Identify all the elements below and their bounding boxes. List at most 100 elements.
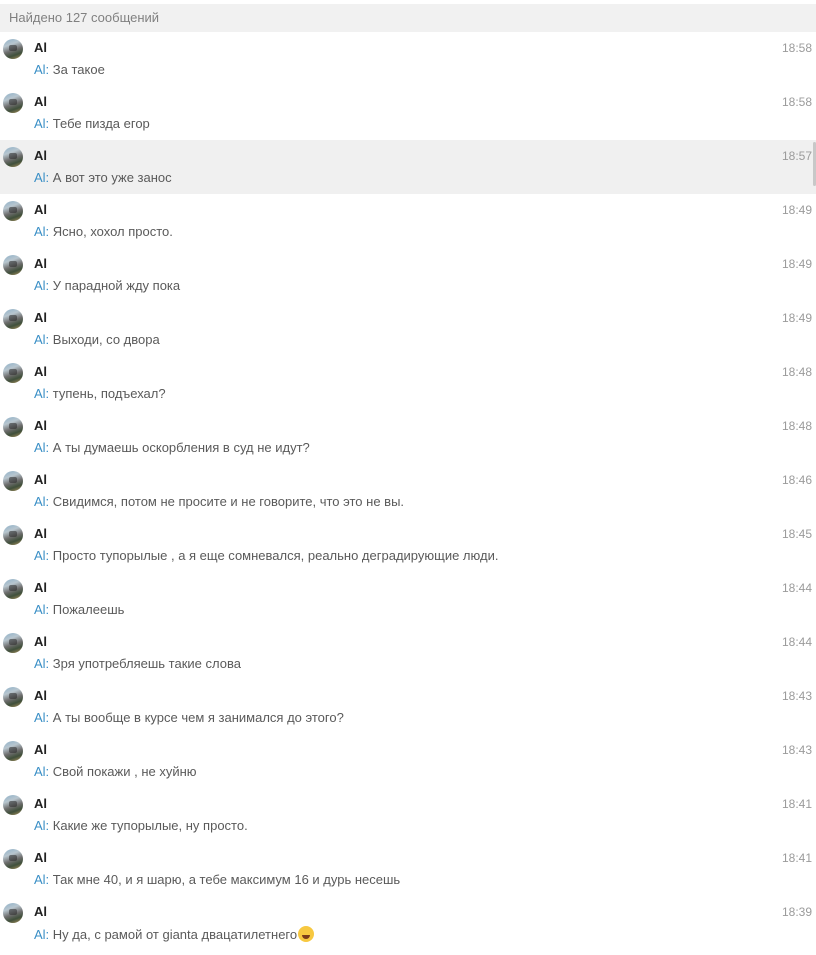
- avatar[interactable]: [3, 417, 23, 437]
- message-text: Al: Пожалеешь: [34, 602, 124, 617]
- sender-name: Al: [34, 94, 47, 109]
- sender-prefix: Al:: [34, 386, 50, 401]
- message-body: Свидимся, потом не просите и не говорите…: [52, 494, 405, 509]
- sender-prefix: Al:: [34, 332, 50, 347]
- message-item[interactable]: Al 18:45 Al: Просто тупорылые , а я еще …: [0, 518, 816, 572]
- avatar[interactable]: [3, 255, 23, 275]
- message-text: Al: тупень, подъехал?: [34, 386, 166, 401]
- message-item[interactable]: Al 18:39 Al: Ну да, с рамой от gianta дв…: [0, 896, 816, 950]
- message-text: Al: Какие же тупорылые, ну просто.: [34, 818, 248, 833]
- message-item[interactable]: Al 18:48 Al: А ты думаешь оскорбления в …: [0, 410, 816, 464]
- message-time: 18:49: [781, 257, 812, 271]
- avatar[interactable]: [3, 795, 23, 815]
- message-text: Al: А вот это уже занос: [34, 170, 172, 185]
- avatar[interactable]: [3, 579, 23, 599]
- avatar[interactable]: [3, 309, 23, 329]
- message-list[interactable]: Al 18:58 Al: За такое Al 18:58 Al: Тебе …: [0, 32, 816, 950]
- message-body: У парадной жду пока: [52, 278, 181, 293]
- message-time: 18:48: [781, 365, 812, 379]
- avatar[interactable]: [3, 363, 23, 383]
- message-text: Al: Свой покажи , не хуйню: [34, 764, 197, 779]
- message-body: Какие же тупорылые, ну просто.: [52, 818, 248, 833]
- message-body: А ты вообще в курсе чем я занимался до э…: [52, 710, 344, 725]
- sender-name: Al: [34, 472, 47, 487]
- message-time: 18:44: [781, 635, 812, 649]
- sender-prefix: Al:: [34, 170, 50, 185]
- sender-prefix: Al:: [34, 710, 50, 725]
- message-item[interactable]: Al 18:44 Al: Зря употребляешь такие слов…: [0, 626, 816, 680]
- sender-name: Al: [34, 202, 47, 217]
- sender-prefix: Al:: [34, 656, 50, 671]
- message-text: Al: За такое: [34, 62, 105, 77]
- message-item[interactable]: Al 18:49 Al: У парадной жду пока: [0, 248, 816, 302]
- avatar[interactable]: [3, 849, 23, 869]
- message-item-selected[interactable]: Al 18:57 Al: А вот это уже занос: [0, 140, 816, 194]
- message-body: А вот это уже занос: [52, 170, 172, 185]
- message-item[interactable]: Al 18:58 Al: Тебе пизда егор: [0, 86, 816, 140]
- message-text: Al: А ты вообще в курсе чем я занимался …: [34, 710, 344, 725]
- avatar[interactable]: [3, 741, 23, 761]
- sender-prefix: Al:: [34, 927, 50, 942]
- message-time: 18:49: [781, 203, 812, 217]
- sender-prefix: Al:: [34, 494, 50, 509]
- sender-name: Al: [34, 688, 47, 703]
- avatar[interactable]: [3, 903, 23, 923]
- message-body: За такое: [52, 62, 105, 77]
- avatar[interactable]: [3, 93, 23, 113]
- message-time: 18:41: [781, 797, 812, 811]
- message-text: Al: Выходи, со двора: [34, 332, 160, 347]
- sender-name: Al: [34, 256, 47, 271]
- message-time: 18:44: [781, 581, 812, 595]
- sender-prefix: Al:: [34, 278, 50, 293]
- sender-prefix: Al:: [34, 818, 50, 833]
- message-body: Так мне 40, и я шарю, а тебе максимум 16…: [52, 872, 401, 887]
- message-item[interactable]: Al 18:43 Al: Свой покажи , не хуйню: [0, 734, 816, 788]
- message-item[interactable]: Al 18:49 Al: Ясно, хохол просто.: [0, 194, 816, 248]
- message-time: 18:57: [781, 149, 812, 163]
- message-item[interactable]: Al 18:48 Al: тупень, подъехал?: [0, 356, 816, 410]
- sender-name: Al: [34, 634, 47, 649]
- avatar[interactable]: [3, 39, 23, 59]
- sender-prefix: Al:: [34, 602, 50, 617]
- message-body: Ясно, хохол просто.: [52, 224, 173, 239]
- sender-prefix: Al:: [34, 224, 50, 239]
- sender-name: Al: [34, 364, 47, 379]
- message-time: 18:39: [781, 905, 812, 919]
- avatar[interactable]: [3, 471, 23, 491]
- message-item[interactable]: Al 18:49 Al: Выходи, со двора: [0, 302, 816, 356]
- message-text: Al: А ты думаешь оскорбления в суд не ид…: [34, 440, 310, 455]
- message-item[interactable]: Al 18:46 Al: Свидимся, потом не просите …: [0, 464, 816, 518]
- message-body: Выходи, со двора: [52, 332, 160, 347]
- sender-name: Al: [34, 310, 47, 325]
- sender-prefix: Al:: [34, 872, 50, 887]
- message-item[interactable]: Al 18:41 Al: Так мне 40, и я шарю, а теб…: [0, 842, 816, 896]
- avatar[interactable]: [3, 525, 23, 545]
- message-body: Ну да, с рамой от gianta двацатилетнего: [52, 927, 298, 942]
- avatar[interactable]: [3, 201, 23, 221]
- message-item[interactable]: Al 18:44 Al: Пожалеешь: [0, 572, 816, 626]
- message-text: Al: Свидимся, потом не просите и не гово…: [34, 494, 404, 509]
- message-item[interactable]: Al 18:43 Al: А ты вообще в курсе чем я з…: [0, 680, 816, 734]
- message-text: Al: Так мне 40, и я шарю, а тебе максиму…: [34, 872, 400, 887]
- message-body: Свой покажи , не хуйню: [52, 764, 197, 779]
- message-text: Al: Ясно, хохол просто.: [34, 224, 173, 239]
- message-text: Al: Ну да, с рамой от gianta двацатилетн…: [34, 926, 315, 942]
- avatar[interactable]: [3, 687, 23, 707]
- message-time: 18:43: [781, 743, 812, 757]
- message-item[interactable]: Al 18:41 Al: Какие же тупорылые, ну прос…: [0, 788, 816, 842]
- message-time: 18:41: [781, 851, 812, 865]
- message-time: 18:49: [781, 311, 812, 325]
- avatar[interactable]: [3, 147, 23, 167]
- message-body: Тебе пизда егор: [52, 116, 150, 131]
- message-body: Зря употребляешь такие слова: [52, 656, 241, 671]
- message-time: 18:58: [781, 41, 812, 55]
- sender-name: Al: [34, 742, 47, 757]
- message-text: Al: Просто тупорылые , а я еще сомневалс…: [34, 548, 498, 563]
- message-time: 18:48: [781, 419, 812, 433]
- avatar[interactable]: [3, 633, 23, 653]
- message-time: 18:45: [781, 527, 812, 541]
- sender-name: Al: [34, 40, 47, 55]
- sender-name: Al: [34, 904, 47, 919]
- message-item[interactable]: Al 18:58 Al: За такое: [0, 32, 816, 86]
- message-time: 18:58: [781, 95, 812, 109]
